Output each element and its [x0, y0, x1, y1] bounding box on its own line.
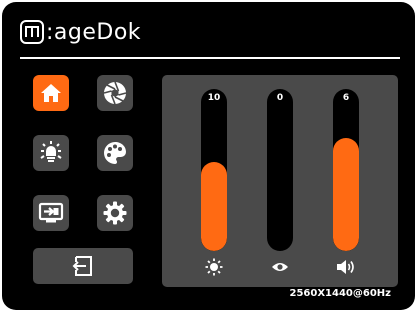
- sun-icon: [201, 258, 227, 276]
- eye-care-value: 0: [276, 93, 284, 103]
- brightness-slider[interactable]: 10: [201, 89, 227, 251]
- adjustment-panel: 10 0 6: [162, 75, 398, 287]
- brand-logo: :ageDok: [20, 16, 141, 48]
- volume-slider-fill: [333, 137, 359, 251]
- eye-care-slider[interactable]: 0: [267, 89, 293, 251]
- menu-palette-button[interactable]: [97, 135, 133, 171]
- aperture-icon: [103, 81, 127, 105]
- menu-input-source-button[interactable]: [33, 195, 69, 231]
- bulb-icon: [40, 141, 62, 162]
- menu-bulb-button[interactable]: [33, 135, 69, 171]
- osd-window: :ageDok 10 0 6 2560X1440@60Hz: [2, 2, 415, 310]
- gear-icon: [103, 201, 127, 225]
- brand-name: :ageDok: [46, 19, 142, 45]
- palette-icon: [104, 142, 126, 164]
- logo-mark-icon: [20, 20, 44, 44]
- exit-icon: [72, 256, 92, 276]
- input-source-icon: [38, 202, 64, 223]
- header-divider: [20, 57, 400, 59]
- eye-icon: [267, 258, 293, 276]
- menu-aperture-button[interactable]: [97, 75, 133, 111]
- home-icon: [41, 84, 61, 102]
- volume-slider[interactable]: 6: [333, 89, 359, 251]
- brightness-value: 10: [207, 93, 221, 103]
- volume-value: 6: [342, 93, 350, 103]
- menu-home-button[interactable]: [33, 75, 69, 111]
- exit-button[interactable]: [33, 248, 133, 284]
- brightness-slider-fill: [201, 161, 227, 251]
- resolution-status: 2560X1440@60Hz: [289, 288, 391, 299]
- menu-settings-button[interactable]: [97, 195, 133, 231]
- speaker-icon: [333, 258, 359, 276]
